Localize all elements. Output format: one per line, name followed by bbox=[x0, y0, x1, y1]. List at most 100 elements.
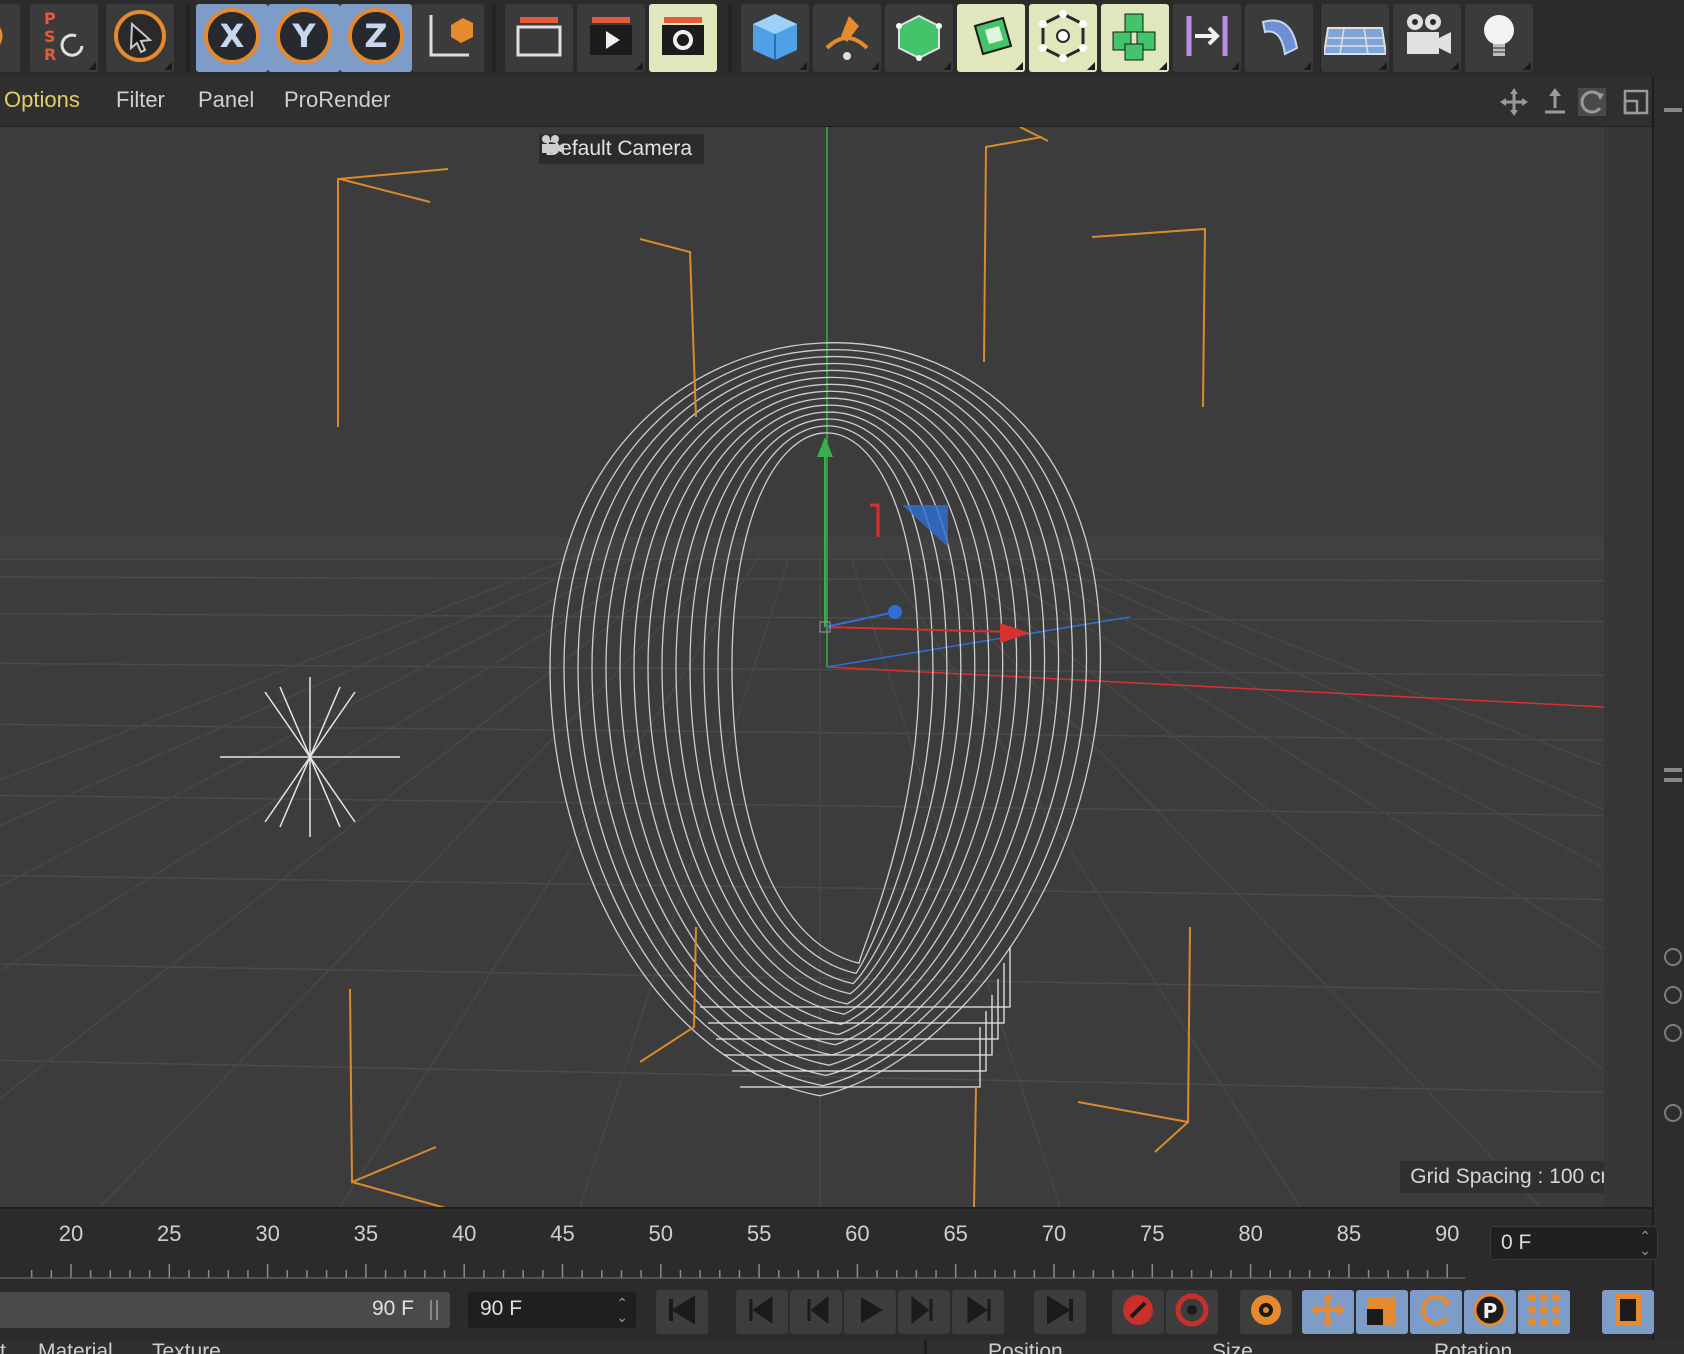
coordinate-system-button[interactable] bbox=[412, 4, 484, 72]
bend-deformer-button[interactable] bbox=[1245, 4, 1313, 72]
cube-button[interactable] bbox=[741, 4, 809, 72]
attribute-panel-edge bbox=[1652, 78, 1684, 1354]
max-frame-stepper-icon[interactable]: ⌃ ⌄ bbox=[616, 1296, 628, 1324]
timeline-tick-label: 55 bbox=[746, 1221, 772, 1246]
extrude-generator-button[interactable] bbox=[957, 4, 1025, 72]
menu-options[interactable]: Options bbox=[4, 87, 80, 113]
y-axis-lock-button[interactable]: Y bbox=[268, 4, 340, 72]
psr-reset-button[interactable]: P S R bbox=[30, 4, 98, 72]
panel-divider bbox=[924, 1340, 927, 1354]
timeline-tick-label: 30 bbox=[255, 1221, 280, 1246]
preview-range-slider[interactable]: 90 F bbox=[0, 1292, 450, 1328]
floor-grid-line bbox=[0, 554, 581, 781]
tab-material[interactable]: Material bbox=[38, 1340, 113, 1354]
deformer-button[interactable] bbox=[1173, 4, 1241, 72]
autokey-icon bbox=[1171, 1291, 1213, 1333]
grid-spacing-label: Grid Spacing : 100 cm bbox=[1400, 1161, 1628, 1193]
cloner-button[interactable] bbox=[1029, 4, 1097, 72]
subdivision-generator-button[interactable] bbox=[885, 4, 953, 72]
timeline-tick-label: 80 bbox=[1238, 1221, 1263, 1246]
select-tool-button[interactable] bbox=[106, 4, 174, 72]
cubes-array-button[interactable] bbox=[1101, 4, 1169, 72]
camera-button[interactable] bbox=[1393, 4, 1461, 72]
radio-option[interactable] bbox=[1664, 1104, 1682, 1122]
floor-button[interactable] bbox=[1321, 4, 1389, 72]
panel-handle[interactable] bbox=[1664, 108, 1682, 112]
radio-option[interactable] bbox=[1664, 948, 1682, 966]
previous-key-button[interactable] bbox=[736, 1290, 788, 1334]
select-arrow-icon bbox=[110, 6, 170, 70]
record-button[interactable] bbox=[1112, 1290, 1164, 1334]
autokey-button[interactable] bbox=[1166, 1290, 1218, 1334]
pla-key-button[interactable] bbox=[1518, 1290, 1570, 1334]
render-view-button[interactable] bbox=[505, 4, 573, 72]
tab-texture[interactable]: Texture bbox=[152, 1340, 221, 1354]
neck-slice bbox=[732, 1011, 987, 1072]
rotate-key-icon bbox=[1415, 1291, 1457, 1333]
scale-key-button[interactable] bbox=[1356, 1290, 1408, 1334]
current-frame-field[interactable]: 0 F ⌃ ⌄ bbox=[1490, 1226, 1658, 1260]
previous-frame-button[interactable] bbox=[790, 1290, 842, 1334]
undo-button[interactable] bbox=[0, 4, 20, 72]
svg-text:X: X bbox=[220, 17, 245, 55]
next-frame-button[interactable] bbox=[898, 1290, 950, 1334]
cube-icon bbox=[747, 8, 803, 68]
floor-grid-line bbox=[99, 554, 731, 1207]
range-grip-icon[interactable] bbox=[430, 1300, 438, 1320]
timeline-tick-label: 45 bbox=[550, 1221, 575, 1246]
subdivision-generator-icon bbox=[891, 8, 947, 68]
max-frame-field[interactable]: 90 F ⌃ ⌄ bbox=[468, 1292, 636, 1328]
render-picture-viewer-button[interactable] bbox=[577, 4, 645, 72]
timeline-ruler[interactable]: 20 25 30 35 40 45 50 55 60 65 70 75 80 85 90 0 F ⌃ ⌄ bbox=[0, 1207, 1658, 1288]
current-frame-value: 0 F bbox=[1501, 1231, 1532, 1254]
main-toolbar: P S R X Y Z bbox=[0, 0, 1684, 78]
radio-option[interactable] bbox=[1664, 986, 1682, 1004]
svg-text:S: S bbox=[44, 27, 56, 46]
horizon-band bbox=[0, 537, 1604, 557]
frame-stepper-icon[interactable]: ⌃ ⌄ bbox=[1639, 1229, 1651, 1257]
bounding-box-edge bbox=[337, 168, 449, 427]
coord-header-size: Size bbox=[1212, 1340, 1253, 1354]
x-axis-lock-button[interactable]: X bbox=[196, 4, 268, 72]
render-settings-button[interactable] bbox=[649, 4, 717, 72]
keyframe-settings-button[interactable] bbox=[1240, 1290, 1292, 1334]
move-view-icon[interactable] bbox=[1500, 88, 1528, 116]
maximize-view-icon[interactable] bbox=[1622, 88, 1650, 116]
tab-t[interactable]: t bbox=[0, 1340, 6, 1354]
z-axis-lock-icon: Z bbox=[345, 5, 407, 71]
radio-option[interactable] bbox=[1664, 1024, 1682, 1042]
camera-label[interactable]: Default Camera bbox=[539, 134, 704, 164]
pen-spline-button[interactable] bbox=[813, 4, 881, 72]
rotate-view-icon[interactable] bbox=[1578, 88, 1606, 116]
param-key-button[interactable]: P bbox=[1464, 1290, 1516, 1334]
3d-viewport[interactable]: Default Camera Grid Spacing : 100 cm bbox=[0, 127, 1652, 1207]
timeline-tick-label: 50 bbox=[648, 1221, 674, 1246]
light-bulb-icon bbox=[1471, 8, 1527, 68]
timeline-tick-label: 25 bbox=[157, 1221, 182, 1246]
zoom-view-icon[interactable] bbox=[1541, 88, 1569, 116]
play-button[interactable] bbox=[844, 1290, 896, 1334]
z-axis-lock-button[interactable]: Z bbox=[340, 4, 412, 72]
menu-prorender[interactable]: ProRender bbox=[284, 87, 390, 113]
record-icon bbox=[1117, 1291, 1159, 1333]
previous-key-icon bbox=[741, 1291, 783, 1333]
menu-panel[interactable]: Panel bbox=[198, 87, 254, 113]
go-to-start-button[interactable] bbox=[656, 1290, 708, 1334]
menu-filter[interactable]: Filter bbox=[116, 87, 165, 113]
move-key-button[interactable] bbox=[1302, 1290, 1354, 1334]
panel-menu-icon-line bbox=[1664, 778, 1682, 782]
cubes-array-icon bbox=[1107, 8, 1163, 68]
pen-spline-icon bbox=[819, 8, 875, 68]
svg-text:Z: Z bbox=[364, 17, 387, 55]
rotate-key-button[interactable] bbox=[1410, 1290, 1462, 1334]
render-picture-viewer-icon bbox=[584, 9, 638, 67]
panel-menu-icon[interactable] bbox=[1664, 768, 1682, 772]
floor-grid-line bbox=[0, 723, 1604, 742]
svg-text:R: R bbox=[44, 45, 56, 64]
timeline-button[interactable] bbox=[1602, 1290, 1654, 1334]
floor-grid-line bbox=[0, 576, 1604, 582]
bounding-box-edge bbox=[983, 136, 1043, 363]
go-to-end-button[interactable] bbox=[1034, 1290, 1086, 1334]
light-button[interactable] bbox=[1465, 4, 1533, 72]
next-key-button[interactable] bbox=[952, 1290, 1004, 1334]
